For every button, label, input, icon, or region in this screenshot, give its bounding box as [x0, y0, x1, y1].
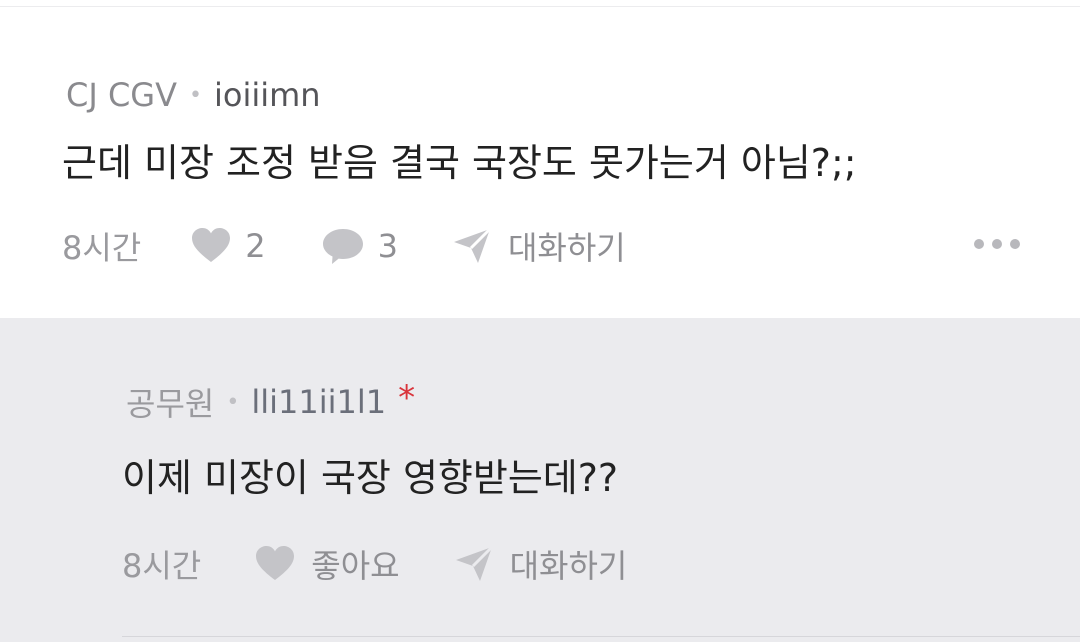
comment-author[interactable]: ioiiimn — [214, 76, 321, 114]
like-button-label[interactable]: 좋아요 — [311, 541, 399, 587]
reply-actions: 8시간 좋아요 대화하기 — [122, 540, 627, 588]
reply-body: 이제 미장이 국장 영향받는데?? — [122, 456, 619, 500]
reply-divider — [122, 636, 1080, 637]
author-marker: * — [398, 378, 416, 418]
paper-plane-icon[interactable] — [452, 227, 492, 265]
reply-meta: 공무원 • lli11ii1l1 * — [126, 378, 416, 425]
comment-actions: 8시간 2 3 대화하기 — [62, 222, 626, 270]
more-dots-icon[interactable] — [974, 239, 1020, 249]
reply-author[interactable]: lli11ii1l1 — [251, 383, 386, 421]
comment-card: CJ CGV • ioiiimn 근데 미장 조정 받음 결국 국장도 못가는거… — [0, 7, 1080, 318]
dm-button[interactable]: 대화하기 — [510, 541, 628, 587]
paper-plane-icon[interactable] — [454, 545, 494, 583]
comment-time: 8시간 — [62, 229, 142, 267]
comment-meta: CJ CGV • ioiiimn — [66, 73, 321, 117]
reply-count[interactable]: 3 — [378, 227, 398, 265]
reply-card: 공무원 • lli11ii1l1 * 이제 미장이 국장 영향받는데?? 8시간… — [0, 318, 1080, 642]
like-count[interactable]: 2 — [245, 227, 265, 265]
reply-company[interactable]: 공무원 — [126, 379, 214, 425]
heart-icon[interactable] — [255, 546, 295, 582]
comment-bubble-icon[interactable] — [322, 227, 364, 265]
heart-icon[interactable] — [191, 228, 231, 264]
dm-button[interactable]: 대화하기 — [508, 223, 626, 269]
reply-time: 8시간 — [122, 547, 202, 585]
comment-company[interactable]: CJ CGV — [66, 76, 177, 114]
meta-separator: • — [188, 82, 202, 108]
comment-body: 근데 미장 조정 받음 결국 국장도 못가는거 아님?;; — [62, 141, 857, 185]
meta-separator: • — [226, 389, 240, 415]
